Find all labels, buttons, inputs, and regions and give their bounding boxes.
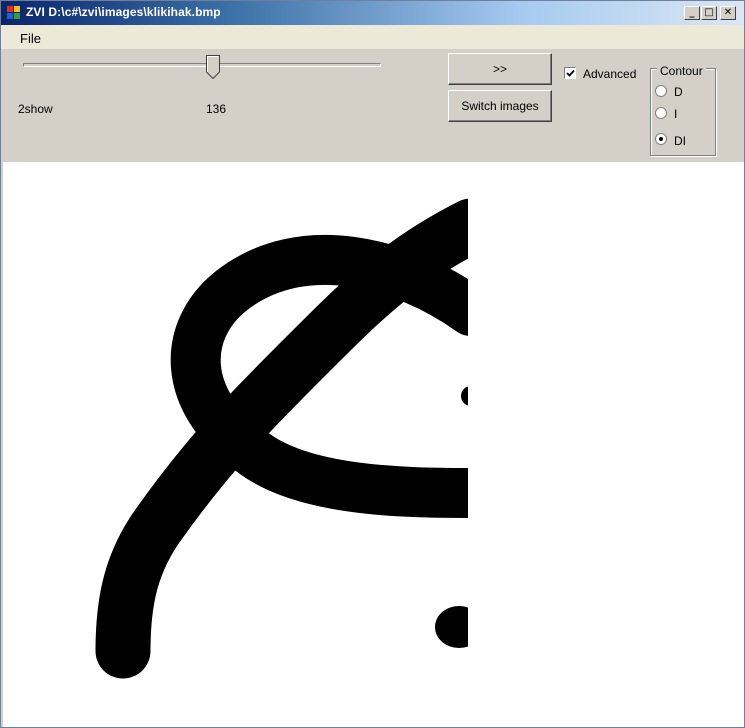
threshold-slider-thumb[interactable]: [206, 55, 220, 79]
radio-i[interactable]: [655, 107, 667, 119]
menu-bar: File: [1, 25, 744, 49]
checkmark-icon: [566, 69, 575, 77]
radio-d[interactable]: [655, 85, 667, 97]
title-bar[interactable]: ZVI D:\c#\zvi\images\klikihak.bmp _ □ ✕: [1, 1, 744, 25]
image-canvas[interactable]: [3, 162, 744, 727]
bitmap-image: [95, 198, 468, 679]
show-label: 2show: [18, 102, 53, 116]
threshold-slider-track[interactable]: [23, 63, 381, 67]
maximize-button[interactable]: □: [701, 6, 717, 20]
close-button[interactable]: ✕: [720, 6, 736, 20]
advanced-label: Advanced: [583, 67, 637, 81]
slider-value-label: 136: [206, 102, 227, 116]
radio-d-label: D: [674, 85, 683, 99]
radio-i-label: I: [674, 107, 678, 121]
app-window: ZVI D:\c#\zvi\images\klikihak.bmp _ □ ✕ …: [0, 0, 745, 728]
minimize-button[interactable]: _: [684, 6, 700, 20]
contour-group-title: Contour: [657, 64, 706, 78]
next-button[interactable]: >>: [448, 53, 552, 85]
advanced-checkbox[interactable]: [564, 67, 576, 79]
radio-selected-dot: [659, 137, 663, 141]
window-title: ZVI D:\c#\zvi\images\klikihak.bmp: [26, 5, 221, 19]
radio-di-label: DI: [674, 134, 686, 148]
app-icon: [7, 6, 20, 19]
radio-di[interactable]: [655, 133, 667, 145]
switch-images-button[interactable]: Switch images: [448, 90, 552, 122]
control-panel: 2show 136 >> Switch images Advanced Cont…: [1, 49, 744, 162]
menu-file[interactable]: File: [20, 31, 41, 46]
